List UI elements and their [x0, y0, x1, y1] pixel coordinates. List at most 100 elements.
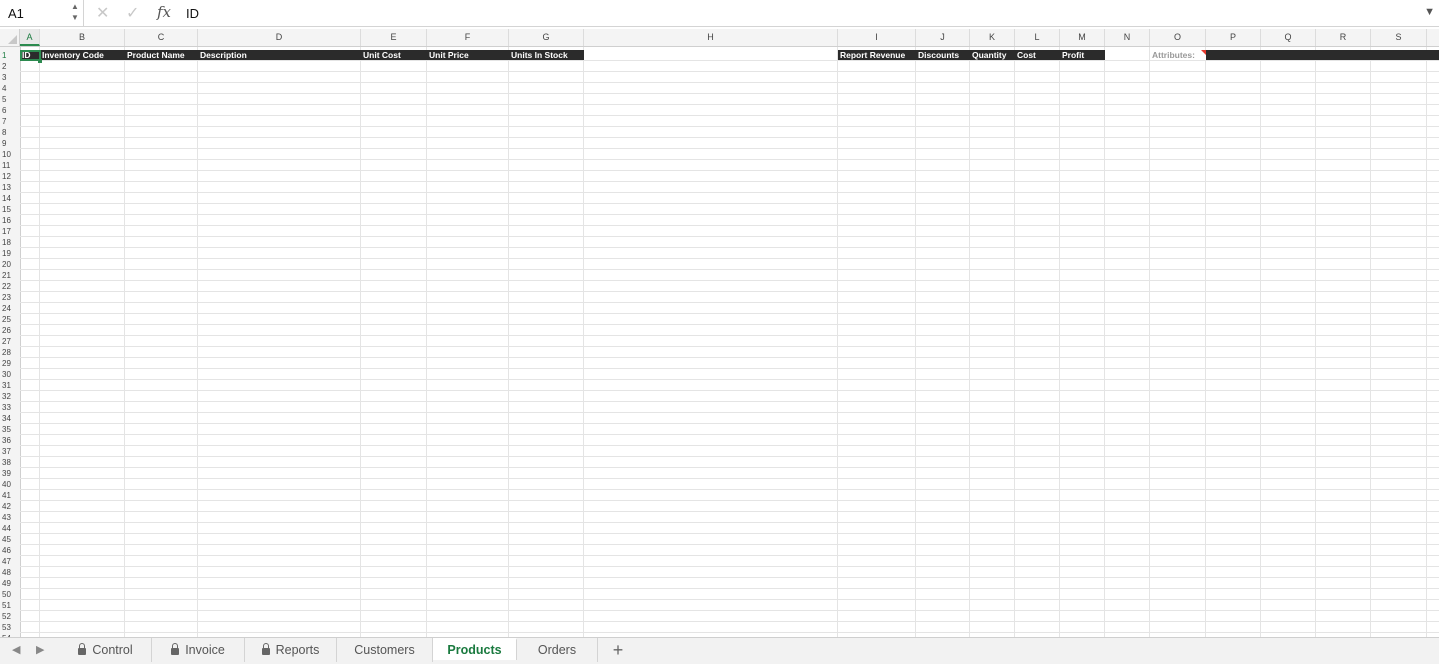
column-header-h[interactable]: H: [584, 29, 838, 46]
row-header-2[interactable]: 2: [0, 61, 20, 72]
column-header-i[interactable]: I: [838, 29, 916, 46]
row-header-51[interactable]: 51: [0, 600, 20, 611]
row-header-11[interactable]: 11: [0, 160, 20, 171]
header-cell-l[interactable]: Cost: [1015, 50, 1060, 60]
row-header-41[interactable]: 41: [0, 490, 20, 501]
cell-reference[interactable]: A1: [8, 6, 24, 21]
cell-area[interactable]: ID Inventory Code Product Name Description U…: [20, 47, 1439, 637]
column-header-m[interactable]: M: [1060, 29, 1105, 46]
column-header-r[interactable]: R: [1316, 29, 1371, 46]
row-header-24[interactable]: 24: [0, 303, 20, 314]
fill-handle[interactable]: [38, 59, 42, 63]
row-header-16[interactable]: 16: [0, 215, 20, 226]
header-cell-e[interactable]: Unit Cost: [361, 50, 427, 60]
row-header-20[interactable]: 20: [0, 259, 20, 270]
row-header-14[interactable]: 14: [0, 193, 20, 204]
comment-indicator-icon[interactable]: [1201, 50, 1206, 55]
row-header-10[interactable]: 10: [0, 149, 20, 160]
row-header-42[interactable]: 42: [0, 501, 20, 512]
column-header-o[interactable]: O: [1150, 29, 1206, 46]
row-header-34[interactable]: 34: [0, 413, 20, 424]
row-header-9[interactable]: 9: [0, 138, 20, 149]
row-header-1[interactable]: 1: [0, 50, 20, 61]
row-header-15[interactable]: 15: [0, 204, 20, 215]
row-header-21[interactable]: 21: [0, 270, 20, 281]
row-header-19[interactable]: 19: [0, 248, 20, 259]
header-cell-c[interactable]: Product Name: [125, 50, 198, 60]
header-cell-k[interactable]: Quantity: [970, 50, 1015, 60]
cell-n1[interactable]: [1105, 50, 1150, 60]
sheet-tab-reports[interactable]: Reports: [245, 638, 337, 662]
row-header-40[interactable]: 40: [0, 479, 20, 490]
name-box[interactable]: A1 ▲ ▼: [0, 0, 84, 26]
row-header-12[interactable]: 12: [0, 171, 20, 182]
row-header-45[interactable]: 45: [0, 534, 20, 545]
row-header-37[interactable]: 37: [0, 446, 20, 457]
column-header-p[interactable]: P: [1206, 29, 1261, 46]
row-header-6[interactable]: 6: [0, 105, 20, 116]
column-header-f[interactable]: F: [427, 29, 509, 46]
row-header-43[interactable]: 43: [0, 512, 20, 523]
column-header-j[interactable]: J: [916, 29, 970, 46]
sheet-tab-orders[interactable]: Orders: [517, 638, 598, 662]
chevron-down-icon[interactable]: ▼: [1424, 6, 1435, 18]
header-cell-i[interactable]: Report Revenue: [838, 50, 916, 60]
row-header-46[interactable]: 46: [0, 545, 20, 556]
column-header-b[interactable]: B: [40, 29, 125, 46]
select-all-corner[interactable]: [0, 29, 20, 46]
row-header-52[interactable]: 52: [0, 611, 20, 622]
row-header-36[interactable]: 36: [0, 435, 20, 446]
row-header-49[interactable]: 49: [0, 578, 20, 589]
row-header-35[interactable]: 35: [0, 424, 20, 435]
column-header-s[interactable]: S: [1371, 29, 1427, 46]
row-header-4[interactable]: 4: [0, 83, 20, 94]
column-header-g[interactable]: G: [509, 29, 584, 46]
row-header-25[interactable]: 25: [0, 314, 20, 325]
sheet-tab-control[interactable]: Control: [60, 638, 152, 662]
column-header-q[interactable]: Q: [1261, 29, 1316, 46]
previous-sheet-icon[interactable]: ◀: [12, 643, 20, 656]
header-cell-d[interactable]: Description: [198, 50, 361, 60]
row-header-28[interactable]: 28: [0, 347, 20, 358]
column-header-d[interactable]: D: [198, 29, 361, 46]
column-header-l[interactable]: L: [1015, 29, 1060, 46]
add-sheet-button[interactable]: +: [607, 640, 629, 661]
row-header-13[interactable]: 13: [0, 182, 20, 193]
row-header-29[interactable]: 29: [0, 358, 20, 369]
row-header-44[interactable]: 44: [0, 523, 20, 534]
row-header-18[interactable]: 18: [0, 237, 20, 248]
column-header-e[interactable]: E: [361, 29, 427, 46]
row-header-27[interactable]: 27: [0, 336, 20, 347]
row-header-3[interactable]: 3: [0, 72, 20, 83]
check-icon[interactable]: ✓: [126, 3, 139, 23]
cell-h1[interactable]: [584, 50, 838, 60]
row-header-39[interactable]: 39: [0, 468, 20, 479]
name-box-stepper-icon[interactable]: ▲ ▼: [70, 1, 80, 23]
row-header-23[interactable]: 23: [0, 292, 20, 303]
column-header-k[interactable]: K: [970, 29, 1015, 46]
sheet-tab-products[interactable]: Products: [433, 638, 517, 660]
header-cell-b[interactable]: Inventory Code: [40, 50, 125, 60]
header-cell-f[interactable]: Unit Price: [427, 50, 509, 60]
row-header-22[interactable]: 22: [0, 281, 20, 292]
close-icon[interactable]: ✕: [96, 3, 109, 23]
row-header-48[interactable]: 48: [0, 567, 20, 578]
row-header-26[interactable]: 26: [0, 325, 20, 336]
row-header-53[interactable]: 53: [0, 622, 20, 633]
next-sheet-icon[interactable]: ▶: [36, 643, 44, 656]
row-header-47[interactable]: 47: [0, 556, 20, 567]
function-icon[interactable]: fx: [157, 3, 171, 21]
formula-input[interactable]: ID: [186, 6, 199, 21]
row-header-31[interactable]: 31: [0, 380, 20, 391]
row-header-8[interactable]: 8: [0, 127, 20, 138]
row-header-32[interactable]: 32: [0, 391, 20, 402]
column-header-n[interactable]: N: [1105, 29, 1150, 46]
row-header-50[interactable]: 50: [0, 589, 20, 600]
column-header-c[interactable]: C: [125, 29, 198, 46]
row-header-5[interactable]: 5: [0, 94, 20, 105]
row-header-7[interactable]: 7: [0, 116, 20, 127]
row-header-33[interactable]: 33: [0, 402, 20, 413]
header-cell-m[interactable]: Profit: [1060, 50, 1105, 60]
header-cell-g[interactable]: Units In Stock: [509, 50, 584, 60]
row-header-38[interactable]: 38: [0, 457, 20, 468]
